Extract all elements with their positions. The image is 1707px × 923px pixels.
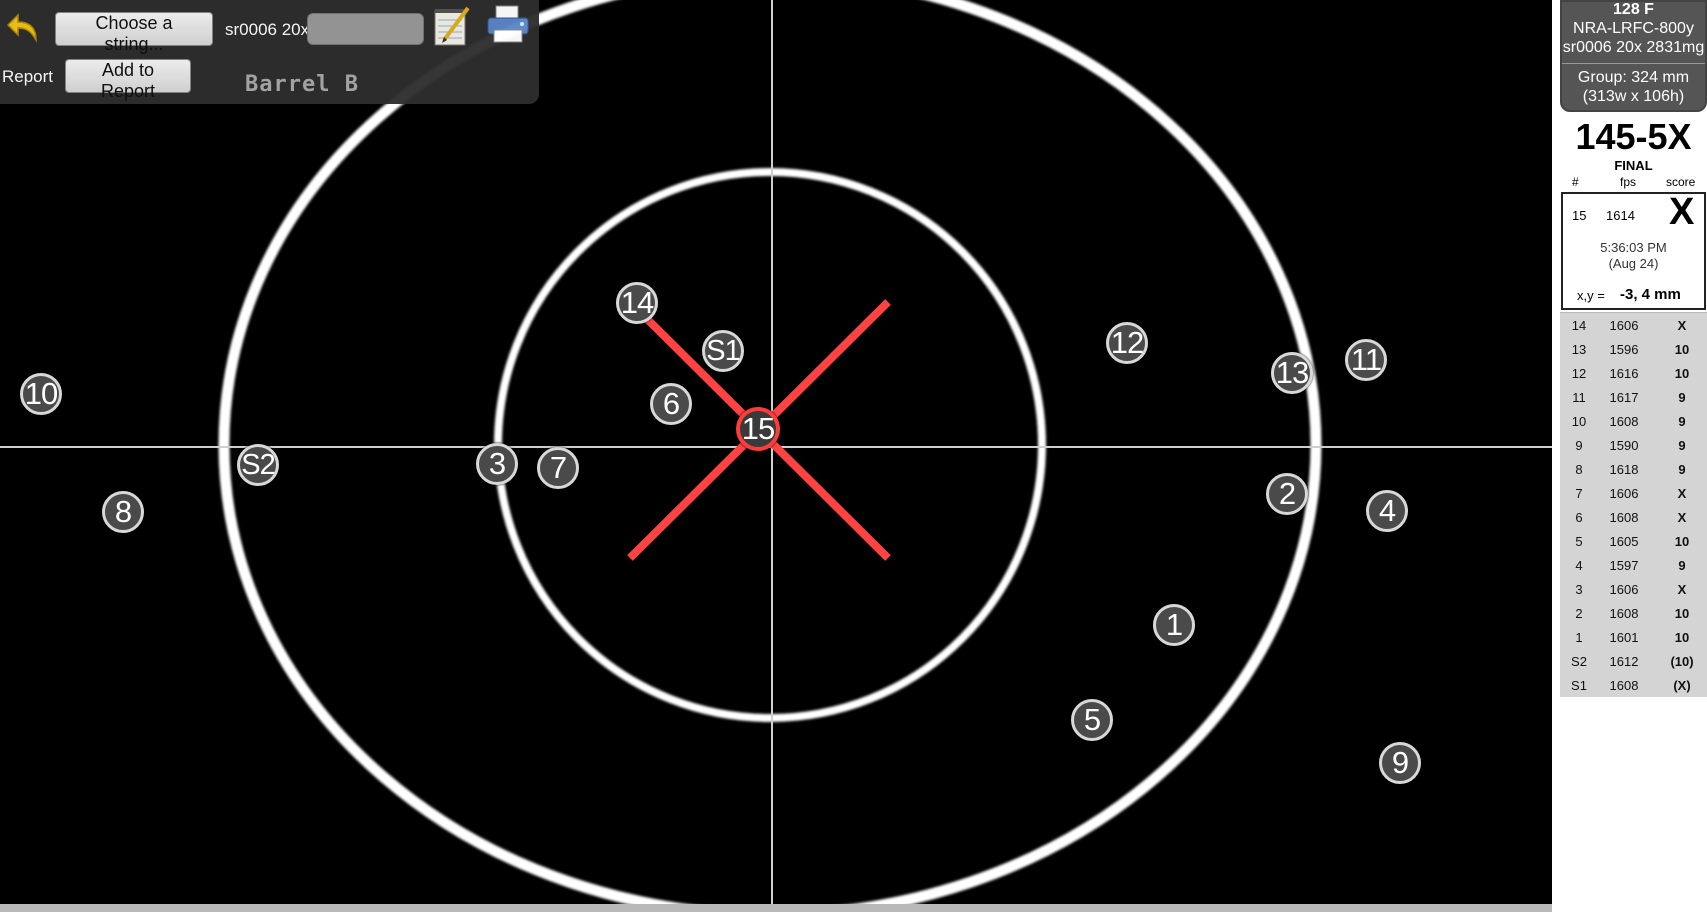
string-prefix-label: sr0006 20x	[225, 20, 310, 39]
last-shot-score: X	[1669, 191, 1695, 233]
shot-marker[interactable]: 8	[102, 491, 144, 533]
table-row[interactable]: 4 1597 9	[1560, 553, 1707, 577]
table-row[interactable]: 5 1605 10	[1560, 529, 1707, 553]
shot-marker[interactable]: 2	[1266, 473, 1308, 515]
shot-marker[interactable]: 13	[1271, 352, 1313, 394]
match-name: NRA-LRFC-800y	[1573, 20, 1694, 37]
toolbar: Choose a string... sr0006 20x Report Add…	[0, 0, 539, 104]
table-row[interactable]: 14 1606 X	[1560, 313, 1707, 337]
total-score: 145-5X	[1575, 116, 1692, 157]
target-area[interactable]: 14 S1 6 15 12 13 11 10 S2 3 7 8 2 4 1 5 …	[0, 0, 1552, 904]
last-shot-num: 15	[1572, 208, 1587, 223]
shot-marker[interactable]: 11	[1345, 339, 1387, 381]
last-shot-box[interactable]: 15 1614 X 5:36:03 PM (Aug 24) x,y = -3, …	[1561, 191, 1706, 310]
notepad-icon[interactable]	[432, 4, 472, 48]
table-row[interactable]: 8 1618 9	[1560, 457, 1707, 481]
header-score: score	[1666, 175, 1696, 189]
shot-marker[interactable]: S2	[237, 444, 279, 486]
last-shot-fps: 1614	[1606, 208, 1635, 223]
table-row[interactable]: 10 1608 9	[1560, 409, 1707, 433]
shot-marker[interactable]: 7	[537, 447, 579, 489]
table-row[interactable]: 2 1608 10	[1560, 601, 1707, 625]
shot-marker[interactable]: 1	[1153, 604, 1195, 646]
table-row[interactable]: S1 1608 (X)	[1560, 673, 1707, 697]
table-row[interactable]: 3 1606 X	[1560, 577, 1707, 601]
last-shot-time: 5:36:03 PM	[1600, 240, 1667, 255]
table-row[interactable]: 12 1616 10	[1560, 361, 1707, 385]
last-shot-xy-value: -3, 4 mm	[1620, 286, 1681, 303]
printer-icon[interactable]	[486, 4, 530, 46]
last-shot-xy-label: x,y =	[1577, 288, 1605, 303]
temperature: 128 F	[1613, 1, 1654, 18]
table-row[interactable]: 13 1596 10	[1560, 337, 1707, 361]
shot-marker[interactable]: 3	[476, 443, 518, 485]
table-row[interactable]: 1 1601 10	[1560, 625, 1707, 649]
report-label: Report	[2, 67, 54, 86]
table-row[interactable]: 9 1590 9	[1560, 433, 1707, 457]
group-dimensions: (313w x 106h)	[1582, 88, 1685, 105]
table-row[interactable]: 6 1608 X	[1560, 505, 1707, 529]
choose-string-button[interactable]: Choose a string...	[55, 12, 213, 54]
shot-marker[interactable]: 12	[1106, 322, 1148, 364]
shot-marker[interactable]: 6	[650, 383, 692, 425]
shot-marker[interactable]: 9	[1379, 742, 1421, 784]
horizontal-scrollbar[interactable]	[0, 904, 1552, 912]
add-to-report-button[interactable]: Add to Report	[65, 59, 191, 101]
score-panel: 128 F NRA-LRFC-800y sr0006 20x 2831mg Gr…	[1560, 0, 1707, 923]
outer-ring	[218, 0, 1322, 904]
table-row[interactable]: 7 1606 X	[1560, 481, 1707, 505]
shot-marker[interactable]: S1	[702, 330, 744, 372]
string-info-box: 128 F NRA-LRFC-800y sr0006 20x 2831mg Gr…	[1560, 0, 1707, 112]
undo-arrow-icon[interactable]	[6, 10, 42, 46]
group-size: Group: 324 mm	[1577, 69, 1690, 86]
barrel-label: Barrel B	[245, 72, 359, 97]
shot-marker[interactable]: 10	[20, 373, 62, 415]
shot-marker[interactable]: 4	[1366, 490, 1408, 532]
last-shot-date: (Aug 24)	[1608, 256, 1659, 271]
table-row[interactable]: 11 1617 9	[1560, 385, 1707, 409]
header-num: #	[1572, 175, 1579, 189]
shot-marker[interactable]: 5	[1071, 699, 1113, 741]
table-row[interactable]: S2 1612 (10)	[1560, 649, 1707, 673]
shots-table: 14 1606 X 13 1596 10 12 1616 10 11 1617 9 10 1608…	[1560, 312, 1707, 697]
header-fps: fps	[1620, 175, 1637, 189]
shot-marker-last[interactable]: 15	[736, 407, 780, 451]
score-status: FINAL	[1614, 158, 1653, 173]
target-rings	[0, 0, 1552, 904]
string-name-field[interactable]	[307, 13, 424, 45]
string-name: sr0006 20x 2831mg	[1562, 39, 1705, 56]
shot-marker[interactable]: 14	[616, 282, 658, 324]
